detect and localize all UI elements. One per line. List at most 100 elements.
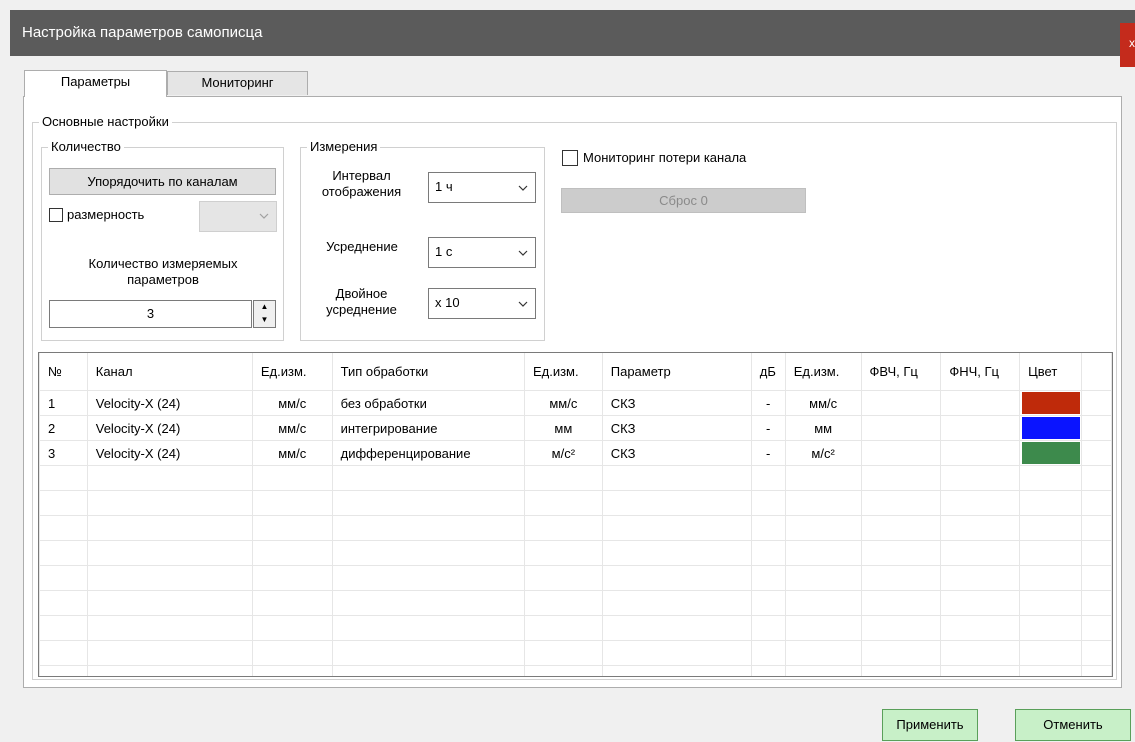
header-unit-processed[interactable]: Ед.изм. [523,353,603,391]
cell-unit[interactable]: мм/с [251,390,333,416]
cell-parameter[interactable]: СКЗ [601,415,752,441]
cell-unit-processed[interactable]: мм/с [523,390,603,416]
sort-by-channels-label: Упорядочить по каналам [87,174,238,189]
table-row[interactable]: 2 Velocity-X (24) мм/с интегрирование мм СКЗ -… [39,415,1112,441]
header-spacer [1081,353,1112,391]
tab-monitoring[interactable]: Мониторинг [167,71,308,95]
empty-cell [523,490,603,516]
cell-unit[interactable]: мм/с [251,440,333,466]
empty-row [39,665,1112,676]
cancel-button[interactable]: Отменить [1015,709,1131,741]
header-color[interactable]: Цвет [1019,353,1083,391]
color-swatch[interactable] [1021,442,1080,464]
channel-loss-checkbox[interactable] [562,150,578,166]
empty-cell [86,490,253,516]
header-processing[interactable]: Тип обработки [331,353,525,391]
empty-cell [860,465,942,491]
interval-combo[interactable]: 1 ч [428,172,536,203]
cell-parameter[interactable]: СКЗ [601,390,752,416]
cell-db[interactable]: - [750,440,786,466]
cell-color[interactable] [1019,440,1083,466]
cell-lpf[interactable] [940,415,1021,441]
cell-channel[interactable]: Velocity-X (24) [86,390,253,416]
reset-button-label: Сброс 0 [659,193,708,208]
cell-db[interactable]: - [750,415,786,441]
tab-parameters[interactable]: Параметры [24,70,167,97]
cell-processing[interactable]: без обработки [331,390,525,416]
empty-cell [1081,565,1112,591]
window-titlebar: Настройка параметров самописца x [10,10,1135,67]
main-settings-legend: Основные настройки [39,114,172,130]
apply-button-label: Применить [896,717,964,732]
dimension-checkbox[interactable] [49,208,63,222]
cell-processing[interactable]: дифференцирование [331,440,525,466]
empty-cell [39,565,88,591]
header-lpf[interactable]: ФНЧ, Гц [940,353,1021,391]
window-title: Настройка параметров самописца [22,24,263,41]
cell-db[interactable]: - [750,390,786,416]
empty-cell [523,615,603,641]
cell-hpf[interactable] [860,415,942,441]
cell-unit-param[interactable]: м/с² [784,440,862,466]
header-parameter[interactable]: Параметр [601,353,752,391]
header-unit[interactable]: Ед.изм. [251,353,333,391]
cell-number[interactable]: 2 [39,415,88,441]
count-stepper[interactable]: ▲ ▼ [253,300,276,328]
empty-cell [331,465,525,491]
apply-button[interactable]: Применить [882,709,978,741]
empty-cell [601,540,752,566]
close-button[interactable]: x [1120,23,1135,67]
interval-label: Интервал отображения [321,168,402,199]
empty-row [39,565,1112,591]
table-row[interactable]: 1 Velocity-X (24) мм/с без обработки мм/с СКЗ… [39,390,1112,416]
empty-cell [601,640,752,666]
empty-cell [940,540,1021,566]
dimension-combo[interactable] [199,201,277,232]
cell-hpf[interactable] [860,390,942,416]
cell-channel[interactable]: Velocity-X (24) [86,440,253,466]
double-averaging-combo[interactable]: x 10 [428,288,536,319]
header-unit-param[interactable]: Ед.изм. [784,353,862,391]
cell-unit-processed[interactable]: мм [523,415,603,441]
decrement-icon[interactable]: ▼ [254,314,275,327]
cell-color[interactable] [1019,415,1083,441]
empty-cell [750,515,786,541]
empty-cell [331,540,525,566]
cell-spacer [1081,390,1112,416]
empty-cell [784,590,862,616]
empty-cell [601,565,752,591]
channels-grid: № Канал Ед.изм. Тип обработки Ед.изм. Па… [38,352,1113,677]
empty-cell [1019,515,1083,541]
cell-unit-param[interactable]: мм/с [784,390,862,416]
averaging-combo[interactable]: 1 с [428,237,536,268]
empty-cell [1081,515,1112,541]
empty-cell [940,465,1021,491]
header-number[interactable]: № [39,353,88,391]
cell-unit-processed[interactable]: м/с² [523,440,603,466]
cell-parameter[interactable]: СКЗ [601,440,752,466]
cell-number[interactable]: 1 [39,390,88,416]
count-input[interactable]: 3 [49,300,252,328]
cell-hpf[interactable] [860,440,942,466]
increment-icon[interactable]: ▲ [254,301,275,314]
empty-cell [523,540,603,566]
cell-unit[interactable]: мм/с [251,415,333,441]
cell-channel[interactable]: Velocity-X (24) [86,415,253,441]
empty-cell [1081,540,1112,566]
header-db[interactable]: дБ [750,353,786,391]
cell-unit-param[interactable]: мм [784,415,862,441]
count-label: Количество измеряемых параметров [88,256,238,287]
header-hpf[interactable]: ФВЧ, Гц [860,353,942,391]
header-channel[interactable]: Канал [86,353,253,391]
cell-lpf[interactable] [940,390,1021,416]
reset-button[interactable]: Сброс 0 [561,188,806,213]
color-swatch[interactable] [1021,417,1080,439]
cell-color[interactable] [1019,390,1083,416]
empty-row [39,490,1112,516]
cell-lpf[interactable] [940,440,1021,466]
cell-processing[interactable]: интегрирование [331,415,525,441]
table-row[interactable]: 3 Velocity-X (24) мм/с дифференцирование м/с… [39,440,1112,466]
sort-by-channels-button[interactable]: Упорядочить по каналам [49,168,276,195]
cell-number[interactable]: 3 [39,440,88,466]
color-swatch[interactable] [1021,392,1080,414]
